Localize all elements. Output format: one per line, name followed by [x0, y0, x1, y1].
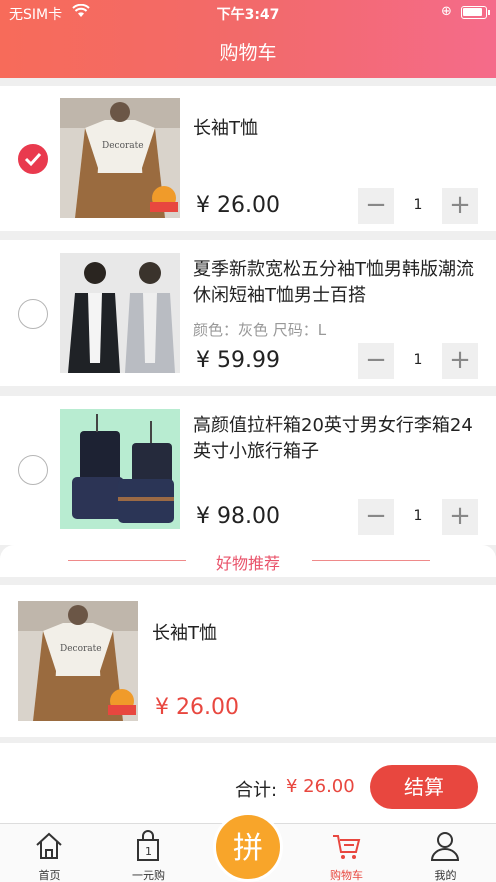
product-image[interactable]: Decorate: [18, 601, 138, 721]
bag-icon: 1: [132, 830, 164, 862]
product-image[interactable]: [60, 409, 180, 529]
product-name[interactable]: 夏季新款宽松五分袖T恤男韩版潮流休闲短袖T恤男士百搭: [193, 257, 483, 309]
quantity-stepper: − 1 +: [358, 499, 478, 535]
product-name[interactable]: 长袖T恤: [193, 116, 483, 142]
product-name[interactable]: 长袖T恤: [152, 619, 217, 645]
home-icon: [33, 830, 65, 862]
quantity-stepper: − 1 +: [358, 343, 478, 379]
cart-item[interactable]: 高颜值拉杆箱20英寸男女行李箱24英寸小旅行箱子 ¥ 98.00 − 1 +: [0, 396, 496, 545]
orientation-lock-icon: ⊕: [441, 4, 452, 19]
increase-button[interactable]: +: [442, 188, 478, 224]
tab-profile[interactable]: 我的: [396, 824, 495, 882]
clock: 下午3:47: [216, 7, 280, 23]
check-icon: [24, 152, 42, 167]
divider: [312, 560, 430, 561]
tab-label: 一元购: [132, 869, 165, 882]
quantity-stepper: − 1 +: [358, 188, 478, 224]
center-pin-button[interactable]: 拼: [213, 812, 283, 882]
product-name[interactable]: 高颜值拉杆箱20英寸男女行李箱24英寸小旅行箱子: [193, 413, 483, 465]
product-price: ¥ 26.00: [155, 695, 239, 720]
select-checkbox[interactable]: [18, 299, 48, 329]
top-bar: 无SIM卡 下午3:47 ⊕ 购物车: [0, 0, 496, 78]
recommend-title: 好物推荐: [215, 554, 280, 573]
product-price: ¥ 59.99: [196, 348, 280, 373]
page-title: 购物车: [219, 42, 277, 64]
product-price: ¥ 98.00: [196, 504, 280, 529]
recommend-header: 好物推荐: [0, 545, 496, 577]
product-spec: 颜色：灰色 尺码：L: [193, 321, 327, 339]
checkout-button[interactable]: 结算: [370, 765, 478, 809]
decrease-button[interactable]: −: [358, 499, 394, 535]
battery-icon: [461, 6, 490, 19]
total-label: 合计:: [235, 780, 278, 801]
increase-button[interactable]: +: [442, 343, 478, 379]
total-value: ¥ 26.00: [286, 776, 355, 797]
checkout-bar: 合计: ¥ 26.00 结算: [0, 743, 496, 823]
quantity-value[interactable]: 1: [394, 352, 442, 368]
user-icon: [429, 830, 461, 862]
tab-home[interactable]: 首页: [0, 824, 99, 882]
quantity-value[interactable]: 1: [394, 197, 442, 213]
increase-button[interactable]: +: [442, 499, 478, 535]
svg-text:Decorate: Decorate: [102, 141, 144, 151]
cart-icon: [330, 830, 362, 862]
quantity-value[interactable]: 1: [394, 508, 442, 524]
product-image[interactable]: [60, 253, 180, 373]
cart-item[interactable]: Decorate 长袖T恤 ¥ 26.00 − 1 +: [0, 86, 496, 231]
product-image[interactable]: Decorate: [60, 98, 180, 218]
tab-label: 我的: [434, 869, 457, 882]
tab-label: 首页: [38, 869, 61, 882]
status-bar: 无SIM卡 下午3:47 ⊕: [0, 0, 496, 26]
svg-text:Decorate: Decorate: [60, 644, 102, 654]
cart-item[interactable]: 夏季新款宽松五分袖T恤男韩版潮流休闲短袖T恤男士百搭 颜色：灰色 尺码：L ¥ …: [0, 240, 496, 386]
tab-label: 购物车: [330, 869, 363, 882]
decrease-button[interactable]: −: [358, 343, 394, 379]
select-checkbox[interactable]: [18, 455, 48, 485]
tab-one-yuan[interactable]: 1 一元购: [99, 824, 198, 882]
tab-cart[interactable]: 购物车: [297, 824, 396, 882]
select-checkbox[interactable]: [18, 144, 48, 174]
decrease-button[interactable]: −: [358, 188, 394, 224]
recommend-item[interactable]: Decorate 长袖T恤 ¥ 26.00: [0, 585, 496, 737]
svg-text:1: 1: [145, 845, 152, 858]
product-price: ¥ 26.00: [196, 193, 280, 218]
